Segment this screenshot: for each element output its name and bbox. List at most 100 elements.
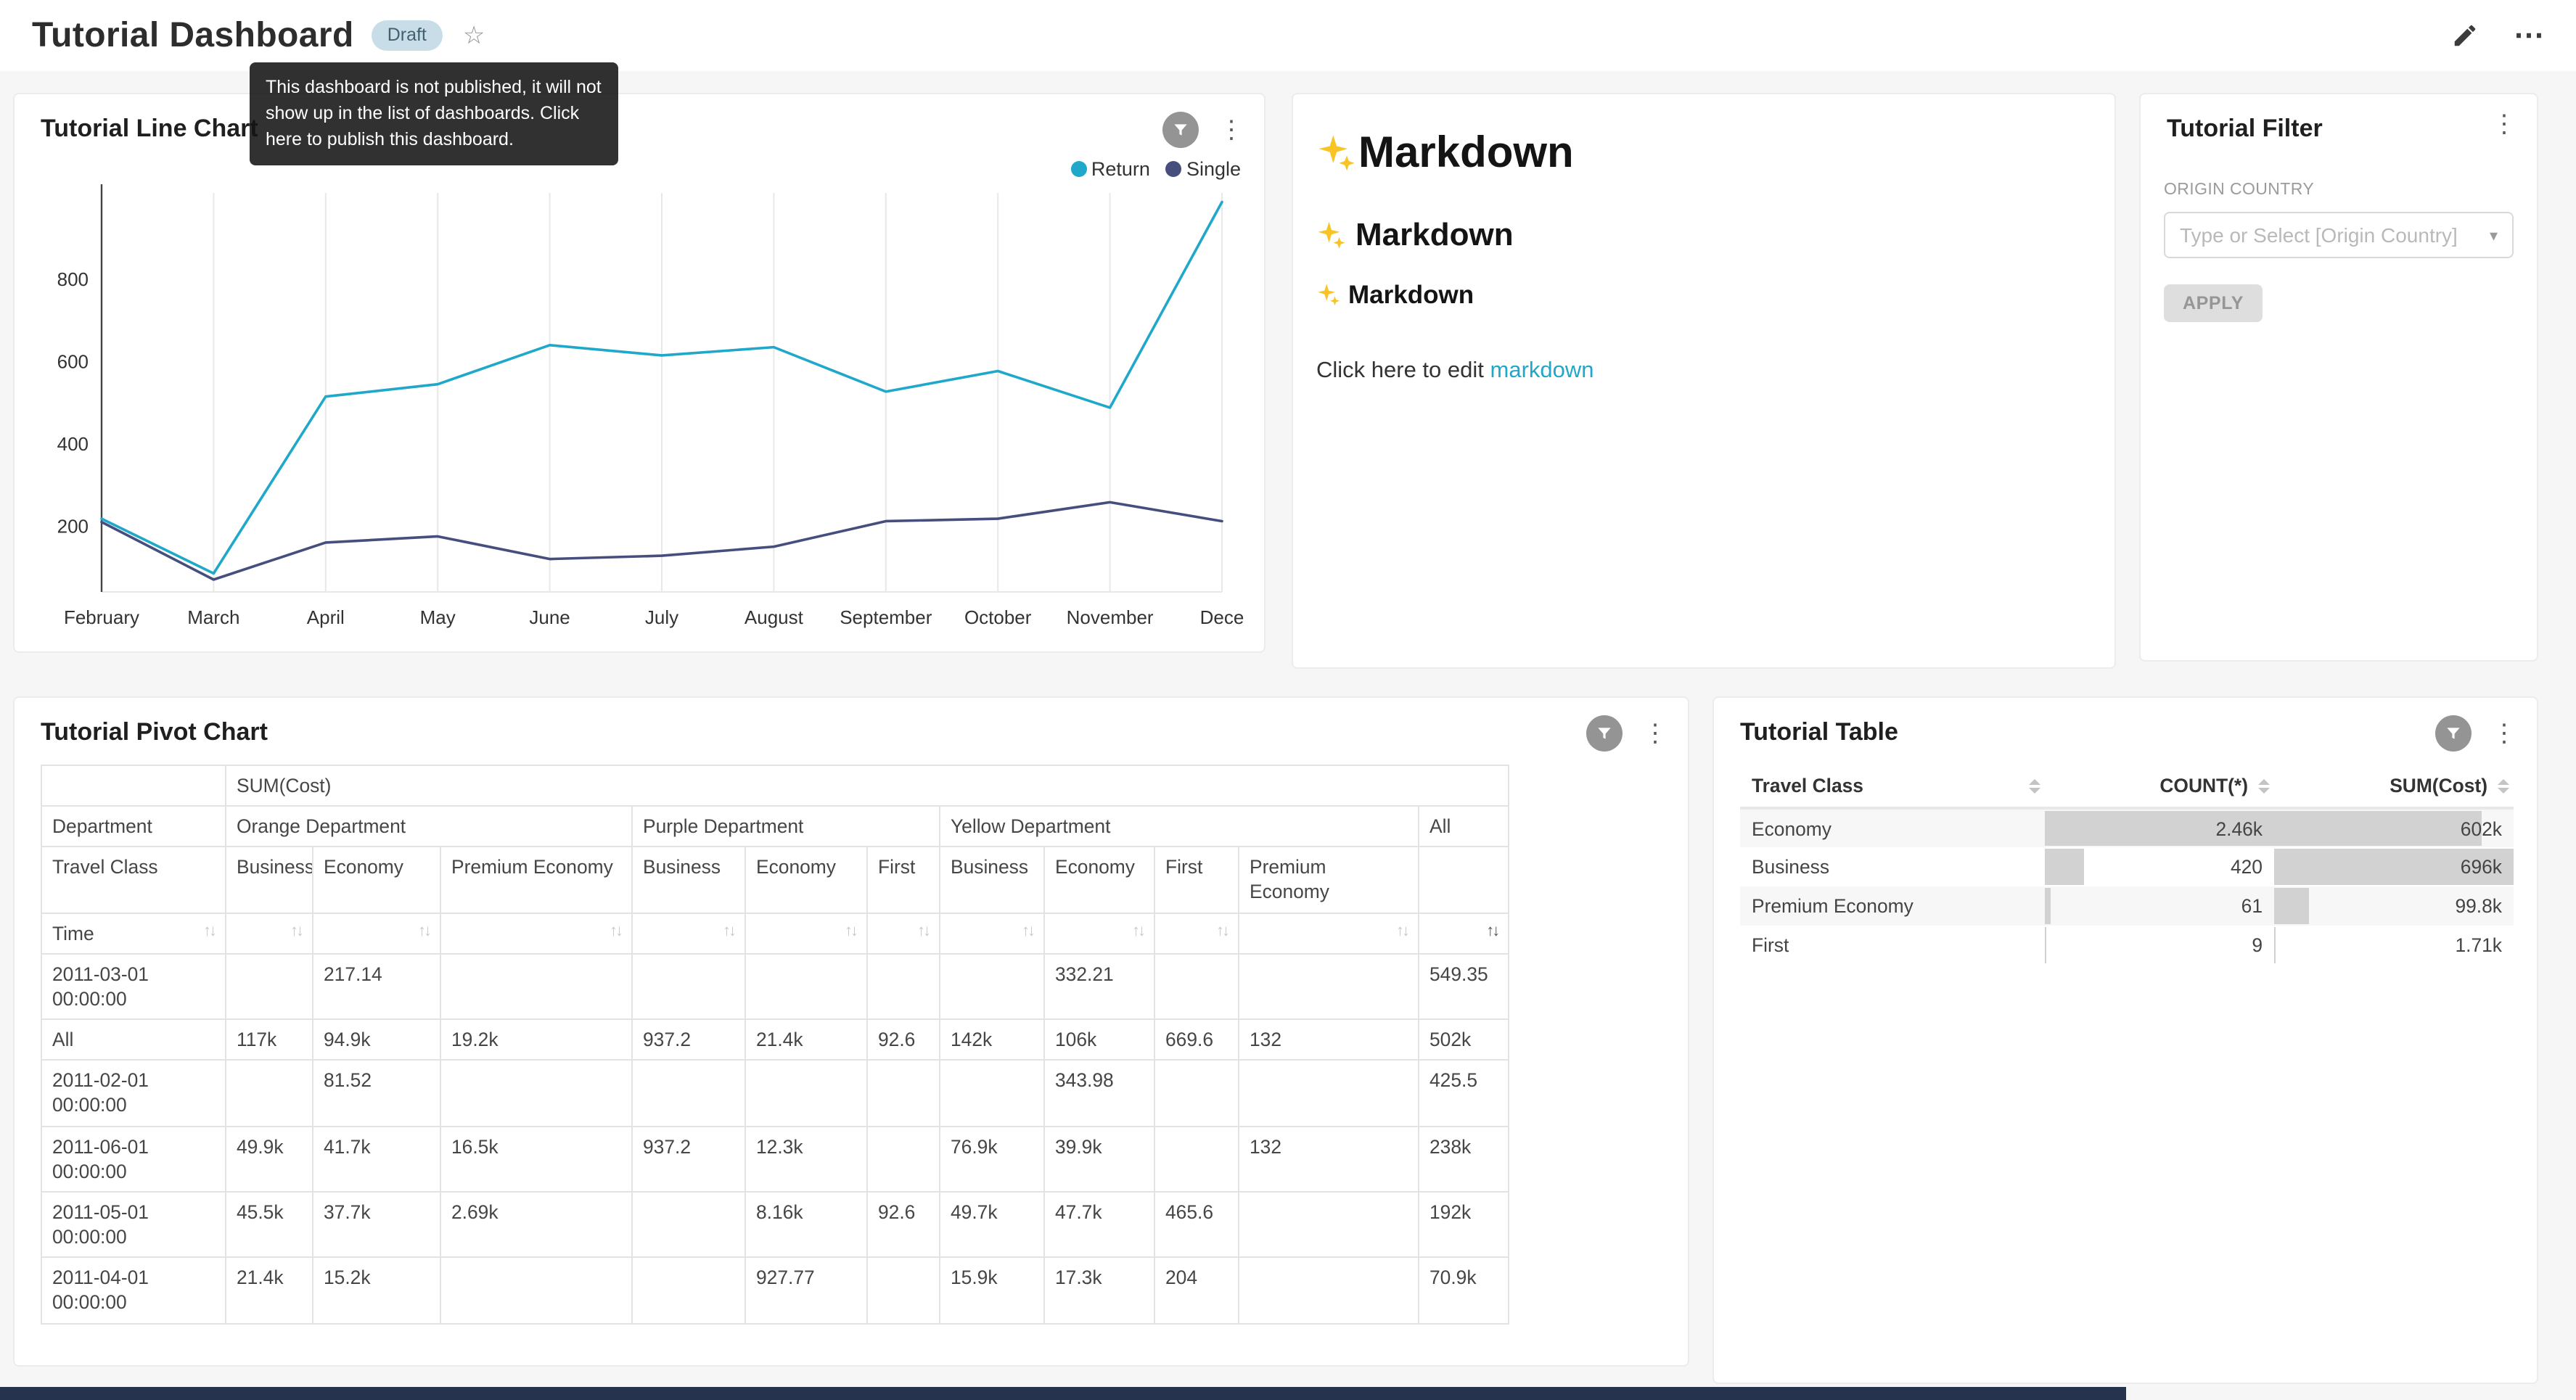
filter-body: ORIGIN COUNTRY Type or Select [Origin Co…: [2141, 181, 2537, 322]
table-column-header[interactable]: Travel Class: [1740, 765, 2045, 808]
table-card-title: Tutorial Table: [1714, 698, 2537, 747]
sort-icon[interactable]: ↑↓: [610, 921, 621, 942]
cell-sum: 1.71k: [2274, 926, 2514, 965]
pivot-cell: [632, 954, 745, 1020]
markdown-edit-link[interactable]: markdown: [1490, 358, 1594, 383]
svg-text:800: 800: [57, 268, 89, 290]
sort-icon[interactable]: ↑↓: [723, 921, 734, 942]
markdown-paragraph-text: Click here to edit: [1316, 358, 1490, 383]
table-column-header[interactable]: COUNT(*): [2045, 765, 2274, 808]
pivot-sort-cell: ↑↓: [1044, 913, 1154, 953]
dashboard-page: Tutorial Dashboard Draft ☆ ⋯ This dashbo…: [0, 0, 2576, 1400]
sparkles-icon: [1316, 133, 1357, 174]
draft-badge[interactable]: Draft: [372, 20, 443, 51]
pivot-row-time: 2011-04-01 00:00:00: [41, 1257, 226, 1323]
legend-item[interactable]: Single: [1166, 158, 1241, 180]
column-label: Travel Class: [1752, 775, 1863, 796]
pivot-table-body: SUM(Cost) DepartmentOrange DepartmentPur…: [41, 765, 1509, 954]
kebab-menu-icon[interactable]: ⋮: [2489, 721, 2519, 746]
pivot-cell: 21.4k: [226, 1257, 313, 1323]
pivot-row: 2011-04-01 00:00:0021.4k15.2k927.7715.9k…: [41, 1257, 1509, 1323]
markdown-h2: Markdown: [1316, 216, 2091, 254]
table-column-header[interactable]: SUM(Cost): [2274, 765, 2514, 808]
card-actions: ⋮: [1162, 112, 1247, 148]
pivot-cell: 41.7k: [313, 1126, 440, 1192]
table-row[interactable]: Premium Economy6199.8k: [1740, 886, 2514, 926]
filter-scope-icon[interactable]: [1162, 112, 1199, 148]
bottom-strip: [0, 1387, 2126, 1400]
legend-label: Single: [1186, 158, 1241, 180]
table-row[interactable]: Business420696k: [1740, 847, 2514, 886]
unpublished-tooltip[interactable]: This dashboard is not published, it will…: [250, 62, 618, 166]
value-bar: [2274, 811, 2481, 846]
sort-icon[interactable]: ↑↓: [418, 921, 430, 942]
svg-text:February: February: [64, 606, 139, 628]
pivot-cell: 425.5: [1419, 1061, 1509, 1127]
pivot-chart-card: Tutorial Pivot Chart ⋮ SUM(Cost) Departm…: [13, 696, 1689, 1367]
legend-label: Return: [1091, 158, 1150, 180]
origin-country-label: ORIGIN COUNTRY: [2164, 181, 2514, 199]
pivot-sort-cell: ↑↓: [632, 913, 745, 953]
apply-button[interactable]: APPLY: [2164, 284, 2263, 322]
pivot-all-header: All: [1419, 806, 1509, 847]
svg-text:November: November: [1067, 606, 1154, 628]
pivot-cell: [1239, 954, 1419, 1020]
pivot-cell: [440, 954, 632, 1020]
sparkles-icon: [1316, 220, 1347, 250]
pivot-corner-cell: [41, 765, 226, 806]
pivot-department-header: Department: [41, 806, 226, 847]
svg-text:May: May: [420, 606, 456, 628]
edit-pencil-icon[interactable]: [2451, 22, 2479, 49]
sort-icon[interactable]: ↑↓: [1132, 921, 1144, 942]
markdown-paragraph: Click here to edit markdown: [1316, 358, 2091, 384]
pivot-cell: [867, 954, 940, 1020]
table-row[interactable]: Economy2.46k602k: [1740, 808, 2514, 847]
sort-icon[interactable]: ↑↓: [1022, 921, 1033, 942]
pivot-cell: [1239, 1061, 1419, 1127]
pivot-cell: 17.3k: [1044, 1257, 1154, 1323]
sort-icon[interactable]: ↑↓: [1486, 921, 1498, 942]
value-bar: [2045, 927, 2046, 963]
sort-caret-icon: [2258, 778, 2270, 793]
sort-icon[interactable]: ↑↓: [1396, 921, 1408, 942]
sort-icon[interactable]: ↑↓: [290, 921, 302, 942]
pivot-cell: 204: [1154, 1257, 1239, 1323]
pivot-cell: [440, 1061, 632, 1127]
origin-country-select[interactable]: Type or Select [Origin Country] ▾: [2164, 212, 2514, 258]
table-row[interactable]: First91.71k: [1740, 926, 2514, 965]
legend-dot-icon: [1166, 161, 1182, 177]
sort-icon[interactable]: ↑↓: [203, 921, 215, 942]
select-placeholder: Type or Select [Origin Country]: [2180, 223, 2458, 247]
kebab-menu-icon[interactable]: ⋮: [1216, 118, 1247, 142]
pivot-cell: 117k: [226, 1019, 313, 1060]
pivot-cell: [1239, 1192, 1419, 1258]
pivot-class-header: Business: [226, 847, 313, 913]
cell-travel-class: Premium Economy: [1740, 886, 2045, 926]
pivot-cell: 927.77: [745, 1257, 867, 1323]
pivot-sort-cell: ↑↓: [1239, 913, 1419, 953]
column-label: SUM(Cost): [2390, 775, 2487, 796]
pivot-groups-row: DepartmentOrange DepartmentPurple Depart…: [41, 806, 1509, 847]
pivot-cell: 19.2k: [440, 1019, 632, 1060]
pivot-row: 2011-02-01 00:00:0081.52343.98425.5: [41, 1061, 1509, 1127]
sort-icon[interactable]: ↑↓: [1216, 921, 1228, 942]
pivot-class-header: First: [867, 847, 940, 913]
filter-scope-icon[interactable]: [2435, 715, 2472, 752]
more-menu-icon[interactable]: ⋯: [2514, 20, 2544, 51]
favorite-star-icon[interactable]: ☆: [463, 23, 485, 48]
pivot-cell: 92.6: [867, 1019, 940, 1060]
pivot-cell: [440, 1257, 632, 1323]
pivot-sort-cell: ↑↓: [940, 913, 1044, 953]
data-table: Travel Class COUNT(*) SUM(Cost) Economy2.4…: [1740, 765, 2514, 965]
sort-icon[interactable]: ↑↓: [917, 921, 929, 942]
pivot-cell: 132: [1239, 1019, 1419, 1060]
legend-item[interactable]: Return: [1071, 158, 1150, 180]
kebab-menu-icon[interactable]: ⋮: [2489, 112, 2519, 136]
pivot-cell: 94.9k: [313, 1019, 440, 1060]
kebab-menu-icon[interactable]: ⋮: [1640, 721, 1670, 746]
sort-icon[interactable]: ↑↓: [845, 921, 856, 942]
filter-scope-icon[interactable]: [1586, 715, 1623, 752]
column-label: COUNT(*): [2159, 775, 2248, 796]
pivot-group-header: Yellow Department: [940, 806, 1419, 847]
pivot-class-header: Business: [940, 847, 1044, 913]
